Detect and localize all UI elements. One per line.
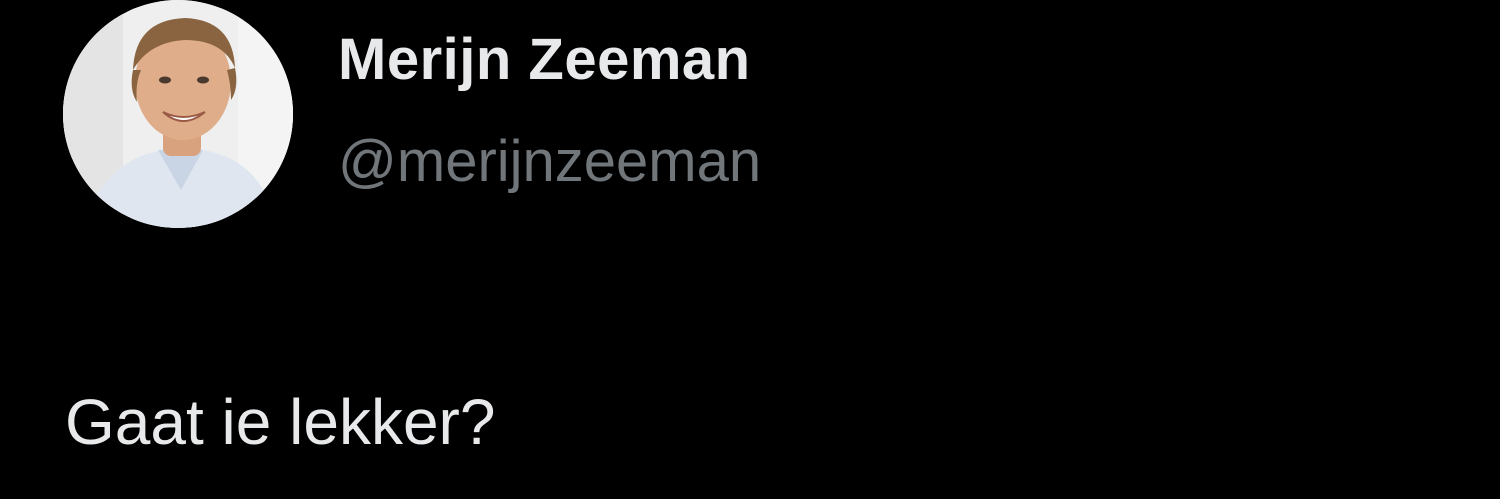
tweet-card: Merijn Zeeman @merijnzeeman Gaat ie lekk… <box>0 0 1500 499</box>
author-handle[interactable]: @merijnzeeman <box>338 128 761 195</box>
avatar[interactable] <box>63 0 293 228</box>
tweet-text: Gaat ie lekker? <box>65 386 496 458</box>
profile-photo-icon <box>63 0 293 228</box>
author-display-name[interactable]: Merijn Zeeman <box>338 26 751 93</box>
